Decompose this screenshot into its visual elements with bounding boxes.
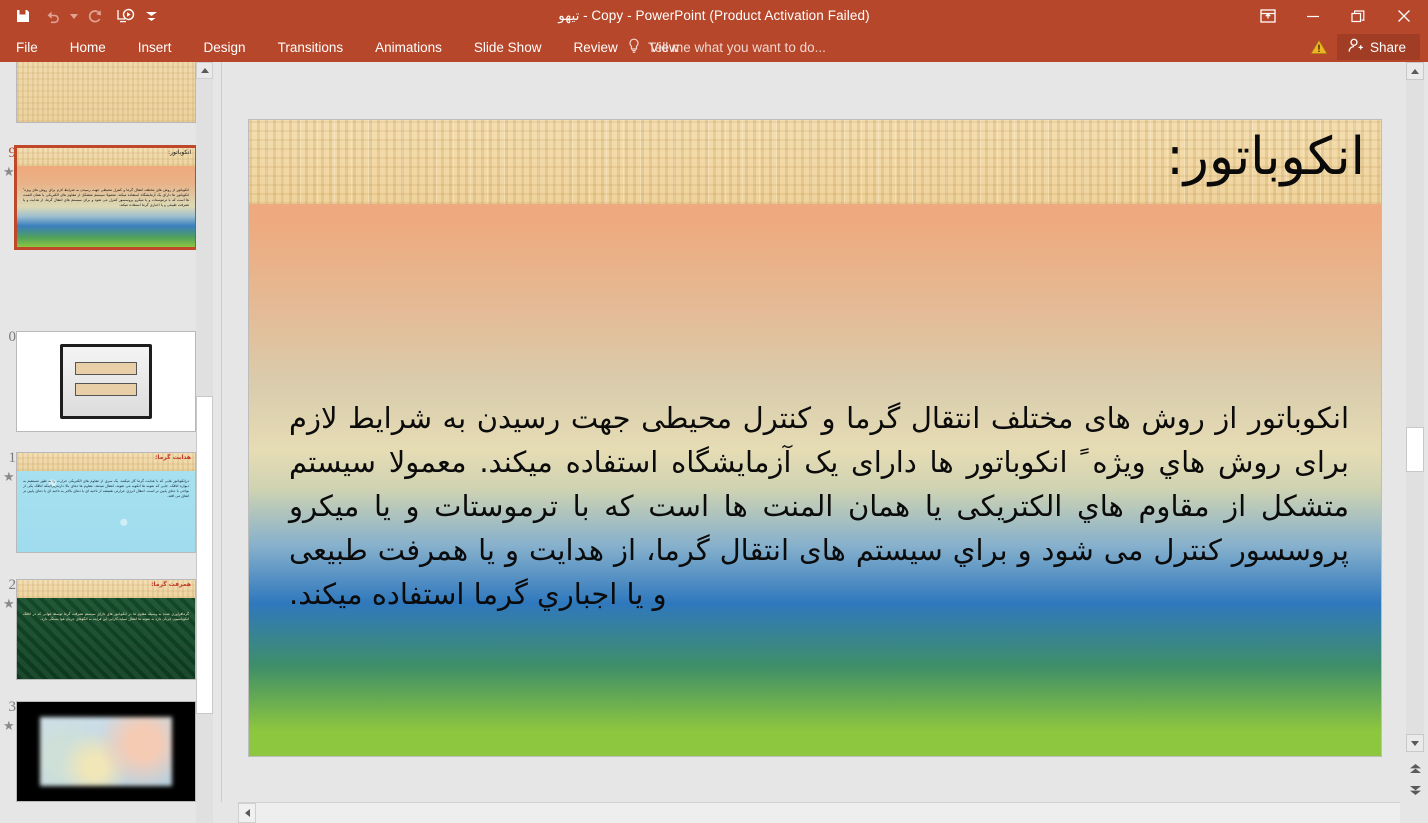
ribbon-display-options-icon[interactable] bbox=[1245, 0, 1290, 32]
ribbon-right-group: Share bbox=[1301, 32, 1428, 62]
thumbnail-scrollbar[interactable] bbox=[196, 62, 213, 823]
animation-star-icon: ★ bbox=[3, 470, 15, 483]
incubator-photo bbox=[60, 344, 153, 419]
close-icon[interactable] bbox=[1380, 0, 1428, 32]
tell-me-search[interactable]: Tell me what you want to do... bbox=[628, 32, 826, 62]
tab-transitions[interactable]: Transitions bbox=[262, 32, 360, 62]
tab-design[interactable]: Design bbox=[188, 32, 262, 62]
tell-me-label: Tell me what you want to do... bbox=[648, 40, 826, 55]
thumbnail-scrollbar-thumb[interactable] bbox=[196, 396, 213, 714]
thumbnail-number: 2 bbox=[0, 577, 16, 594]
slide-body-text[interactable]: انکوباتور از روش های مختلف انتقال گرما و… bbox=[289, 396, 1349, 616]
restore-icon[interactable] bbox=[1335, 0, 1380, 32]
slide-title[interactable]: انکوباتور: bbox=[1166, 119, 1365, 196]
scroll-down-icon[interactable] bbox=[1406, 734, 1424, 752]
thumbnail-scroll-up-icon[interactable] bbox=[196, 62, 213, 79]
lightbulb-icon bbox=[628, 38, 640, 57]
thumbnail-body-text: انکوباتور از روش های مختلف انتقال گرما و… bbox=[23, 188, 189, 209]
warning-triangle-icon[interactable] bbox=[1301, 32, 1337, 62]
start-slideshow-icon[interactable] bbox=[110, 1, 140, 31]
share-button[interactable]: Share bbox=[1337, 34, 1420, 60]
undo-icon[interactable] bbox=[38, 1, 68, 31]
thumbnail-slide-9-selected[interactable]: انکوباتور: انکوباتور از روش های مختلف ان… bbox=[14, 145, 198, 250]
customize-quick-access-icon[interactable] bbox=[140, 1, 162, 31]
tab-slide-show[interactable]: Slide Show bbox=[458, 32, 558, 62]
thumbnail-slide-11[interactable]: هدایت گرما: دراِنکوباتور هایی که با هدای… bbox=[16, 452, 196, 553]
thumbnail-number: 1 bbox=[0, 450, 16, 467]
next-slide-button[interactable] bbox=[1406, 780, 1424, 800]
thumbnail-slide-12[interactable]: همرفت گرما: گرمافراوري شده به وسیلهٔ مقا… bbox=[16, 579, 196, 680]
thumbnail-slide-8[interactable]: میگزارد و نکات قابل توجه در این پرنده که… bbox=[16, 62, 196, 123]
quick-access-toolbar bbox=[8, 0, 162, 32]
animation-star-icon: ★ bbox=[3, 165, 15, 178]
tab-file[interactable]: File bbox=[0, 32, 54, 62]
thumbnail-body-text: گرمافراوري شده به وسیلهٔ مقاوم ها در انک… bbox=[23, 612, 189, 622]
window-controls bbox=[1245, 0, 1428, 32]
current-slide[interactable]: انکوباتور: انکوباتور از روش های مختلف ان… bbox=[248, 119, 1382, 757]
tab-home[interactable]: Home bbox=[54, 32, 122, 62]
share-label: Share bbox=[1370, 40, 1406, 55]
tab-review[interactable]: Review bbox=[557, 32, 633, 62]
slide-vertical-scrollbar[interactable] bbox=[1400, 62, 1428, 823]
title-bar: تیهو - Copy - PowerPoint (Product Activa… bbox=[0, 0, 1428, 32]
ribbon-tabs: File Home Insert Design Transitions Anim… bbox=[0, 32, 695, 62]
window-title: تیهو - Copy - PowerPoint (Product Activa… bbox=[0, 0, 1428, 32]
tab-insert[interactable]: Insert bbox=[122, 32, 188, 62]
pane-splitter[interactable] bbox=[213, 62, 230, 823]
thumbnail-title-text: هدایت گرما: bbox=[155, 454, 191, 461]
blurred-photo bbox=[40, 717, 172, 786]
thumbnail-slide-10[interactable] bbox=[16, 331, 196, 432]
thumbnail-slide-13[interactable] bbox=[16, 701, 196, 802]
share-person-icon bbox=[1347, 38, 1364, 56]
save-icon[interactable] bbox=[8, 1, 38, 31]
slide-editing-area[interactable]: انکوباتور: انکوباتور از روش های مختلف ان… bbox=[230, 62, 1400, 792]
tab-animations[interactable]: Animations bbox=[359, 32, 458, 62]
redo-icon[interactable] bbox=[80, 1, 110, 31]
previous-slide-button[interactable] bbox=[1406, 758, 1424, 778]
undo-dropdown-icon[interactable] bbox=[68, 1, 80, 31]
animation-star-icon: ★ bbox=[3, 719, 15, 732]
animation-star-icon: ★ bbox=[3, 597, 15, 610]
ribbon-tab-bar: File Home Insert Design Transitions Anim… bbox=[0, 32, 1428, 62]
thumbnail-number: 0 bbox=[0, 329, 16, 346]
slide-horizontal-scrollbar[interactable] bbox=[238, 802, 1400, 823]
slide-thumbnail-pane[interactable]: میگزارد و نکات قابل توجه در این پرنده که… bbox=[0, 62, 213, 823]
thumbnail-title-text: همرفت گرما: bbox=[151, 581, 191, 588]
thumbnail-number: 3 bbox=[0, 699, 16, 716]
scroll-up-icon[interactable] bbox=[1406, 62, 1424, 80]
thumbnail-body-text: دراِنکوباتور هایی که با هدایت گرما کار م… bbox=[23, 479, 189, 500]
thumbnail-title-text: انکوباتور: bbox=[168, 149, 191, 156]
vertical-scrollbar-thumb[interactable] bbox=[1406, 427, 1424, 472]
scroll-left-icon[interactable] bbox=[238, 803, 256, 823]
minimize-icon[interactable] bbox=[1290, 0, 1335, 32]
workspace: میگزارد و نکات قابل توجه در این پرنده که… bbox=[0, 62, 1428, 823]
